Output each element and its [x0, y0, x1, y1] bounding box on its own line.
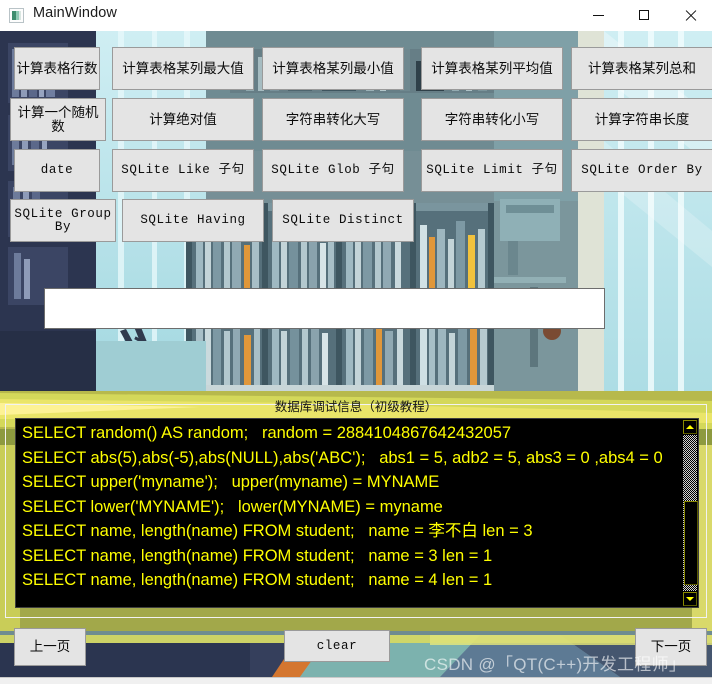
maximize-icon [638, 10, 650, 21]
button-calc-row-count[interactable]: 计算表格行数 [14, 47, 100, 90]
close-button[interactable] [667, 0, 712, 31]
title-bar: MainWindow [0, 0, 712, 32]
main-window: MainWindow 计算表格行数 计算表格某列最大值 计算表格某列最小值 计算… [0, 0, 712, 684]
console-line: SELECT lower('MYNAME'); lower(MYNAME) = … [22, 497, 443, 516]
groupbox-title: 数据库调试信息（初级教程） [274, 400, 438, 414]
button-previous-page[interactable]: 上一页 [14, 628, 86, 666]
button-sqlite-group-by[interactable]: SQLite Group By [10, 199, 116, 242]
console-line: SELECT name, length(name) FROM student; … [22, 522, 533, 540]
window-title: MainWindow [33, 5, 117, 21]
button-string-to-lower[interactable]: 字符串转化小写 [421, 98, 563, 141]
debug-console-scrollbar[interactable] [682, 419, 698, 607]
result-table[interactable] [44, 288, 605, 329]
button-sqlite-limit[interactable]: SQLite Limit 子句 [421, 149, 563, 192]
button-date[interactable]: date [14, 149, 100, 192]
debug-console-text: SELECT random() AS random; random = 2884… [16, 419, 682, 607]
console-line: SELECT abs(5),abs(-5),abs(NULL),abs('ABC… [22, 448, 663, 467]
button-calc-column-avg[interactable]: 计算表格某列平均值 [421, 47, 563, 90]
scroll-down-icon [686, 597, 694, 601]
scroll-up-icon [686, 425, 694, 429]
button-sqlite-having[interactable]: SQLite Having [122, 199, 264, 242]
minimize-button[interactable] [575, 0, 621, 31]
button-clear[interactable]: clear [284, 630, 390, 662]
button-sqlite-glob[interactable]: SQLite Glob 子句 [262, 149, 404, 192]
console-line: SELECT name, length(name) FROM student; … [22, 571, 493, 589]
window-bottom-edge [0, 677, 712, 684]
button-calc-abs[interactable]: 计算绝对值 [112, 98, 254, 141]
csdn-watermark: CSDN @「QT(C++)开发工程师」 [424, 655, 687, 674]
console-line: SELECT random() AS random; random = 2884… [22, 424, 512, 442]
minimize-icon [592, 10, 604, 21]
scroll-up-button[interactable] [683, 420, 697, 434]
client-area: 计算表格行数 计算表格某列最大值 计算表格某列最小值 计算表格某列平均值 计算表… [0, 31, 712, 677]
button-sqlite-like[interactable]: SQLite Like 子句 [112, 149, 254, 192]
button-calc-random[interactable]: 计算一个随机数 [10, 98, 106, 141]
scroll-down-button[interactable] [683, 592, 697, 606]
button-calc-column-min[interactable]: 计算表格某列最小值 [262, 47, 404, 90]
maximize-button[interactable] [621, 0, 667, 31]
qt-app-icon [9, 8, 24, 23]
console-line: SELECT name, length(name) FROM student; … [22, 546, 493, 565]
button-sqlite-order-by[interactable]: SQLite Order By [571, 149, 712, 192]
scrollbar-track[interactable] [683, 435, 698, 591]
close-icon [685, 10, 696, 21]
scrollbar-thumb[interactable] [684, 501, 698, 585]
button-calc-column-sum[interactable]: 计算表格某列总和 [571, 47, 712, 90]
debug-info-groupbox: 数据库调试信息（初级教程） SELECT random() AS random;… [5, 400, 707, 618]
button-sqlite-distinct[interactable]: SQLite Distinct [272, 199, 414, 242]
button-string-length[interactable]: 计算字符串长度 [571, 98, 712, 141]
button-string-to-upper[interactable]: 字符串转化大写 [262, 98, 404, 141]
console-line: SELECT upper('myname'); upper(myname) = … [22, 473, 440, 491]
button-calc-column-max[interactable]: 计算表格某列最大值 [112, 47, 254, 90]
debug-console[interactable]: SELECT random() AS random; random = 2884… [15, 418, 699, 608]
